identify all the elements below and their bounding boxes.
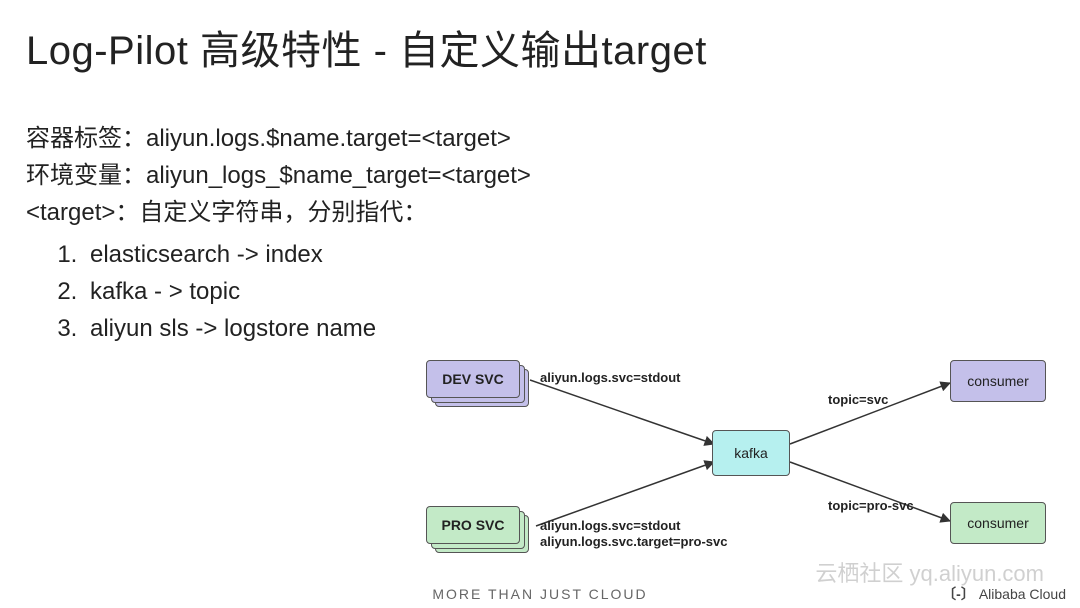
target-item-sls: aliyun sls -> logstore name <box>84 310 531 347</box>
node-consumer-bottom: consumer <box>950 502 1046 544</box>
target-list: elasticsearch -> index kafka - > topic a… <box>84 236 531 348</box>
node-consumer-top: consumer <box>950 360 1046 402</box>
line-container-label: 容器标签：aliyun.logs.$name.target=<target> <box>26 120 531 157</box>
line-env-var: 环境变量：aliyun_logs_$name_target=<target> <box>26 157 531 194</box>
node-kafka: kafka <box>712 430 790 476</box>
edge-label-pro-1: aliyun.logs.svc=stdout <box>540 518 681 533</box>
edge-label-pro-2: aliyun.logs.svc.target=pro-svc <box>540 534 727 549</box>
target-item-es: elasticsearch -> index <box>84 236 531 273</box>
slide-title: Log-Pilot 高级特性 - 自定义输出target <box>26 18 707 76</box>
footer-tagline: MORE THAN JUST CLOUD <box>0 586 1080 602</box>
brand-text: Alibaba Cloud <box>979 586 1066 602</box>
architecture-diagram: DEV SVC PRO SVC kafka consumer consumer … <box>0 350 1080 580</box>
brand-bracket-icon: 〔-〕 <box>942 584 975 604</box>
brand-label: 〔-〕 Alibaba Cloud <box>942 584 1066 604</box>
line-target-desc: <target>：自定义字符串，分别指代： <box>26 194 531 231</box>
node-pro-svc: PRO SVC <box>426 506 520 544</box>
edge-label-topic-svc: topic=svc <box>828 392 888 407</box>
target-item-kafka: kafka - > topic <box>84 273 531 310</box>
node-dev-svc: DEV SVC <box>426 360 520 398</box>
edge-label-dev: aliyun.logs.svc=stdout <box>540 370 681 385</box>
slide-body: 容器标签：aliyun.logs.$name.target=<target> 环… <box>26 120 531 347</box>
edge-label-topic-pro: topic=pro-svc <box>828 498 914 513</box>
